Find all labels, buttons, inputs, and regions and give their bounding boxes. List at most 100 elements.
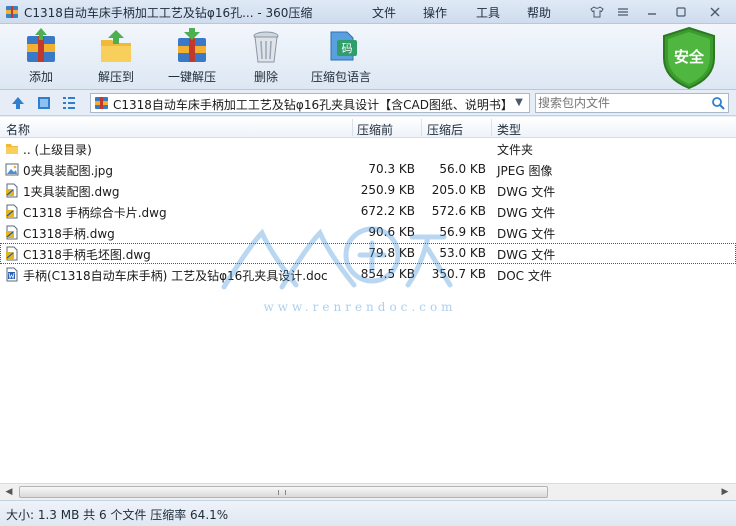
scrollbar-thumb[interactable] xyxy=(19,486,548,498)
menu-lines-icon xyxy=(618,7,628,16)
maximize-icon xyxy=(676,6,686,17)
file-size: 79.8 KB xyxy=(368,246,415,260)
column-type[interactable]: 类型 xyxy=(497,121,521,138)
file-type: DWG 文件 xyxy=(497,206,556,220)
grip-icon xyxy=(278,490,286,495)
horizontal-scrollbar[interactable]: ◀ ▶ xyxy=(0,483,736,500)
list-item[interactable]: 0夹具装配图.jpg 70.3 KB 56.0 KB JPEG 图像 xyxy=(0,159,736,180)
file-packed-size: 53.0 KB xyxy=(439,246,486,260)
add-button[interactable]: 添加 xyxy=(14,28,68,85)
window-title: C1318自动车床手柄加工工艺及钻φ16孔... - 360压缩 xyxy=(24,6,313,20)
file-size: 854.5 KB xyxy=(360,267,415,281)
shirt-icon xyxy=(590,5,604,17)
file-packed-size: 56.0 KB xyxy=(439,162,486,176)
close-icon xyxy=(710,7,720,16)
archive-language-icon: 码 xyxy=(330,31,357,61)
menu-file[interactable]: 文件 xyxy=(372,4,396,21)
maximize-button[interactable] xyxy=(670,3,692,20)
add-label: 添加 xyxy=(28,70,53,84)
status-bar: 大小: 1.3 MB 共 6 个文件 压缩率 64.1% xyxy=(0,500,736,526)
column-separator[interactable] xyxy=(352,119,353,136)
file-type: 文件夹 xyxy=(497,143,534,157)
extract-to-icon xyxy=(101,30,131,62)
image-file-icon xyxy=(5,163,19,176)
file-size: 672.2 KB xyxy=(360,204,415,218)
dwg-file-icon xyxy=(6,246,18,261)
doc-file-icon xyxy=(6,267,18,282)
file-size: 250.9 KB xyxy=(360,183,415,197)
trash-icon xyxy=(253,31,279,63)
security-badge[interactable]: 安全 xyxy=(660,26,718,90)
list-item[interactable]: C1318 手柄综合卡片.dwg 672.2 KB 572.6 KB DWG 文… xyxy=(0,201,736,222)
column-separator[interactable] xyxy=(491,119,492,136)
column-size[interactable]: 压缩前 xyxy=(357,121,393,138)
delete-label: 删除 xyxy=(253,70,278,84)
view-list-icon[interactable] xyxy=(61,95,77,111)
list-item[interactable]: C1318手柄.dwg 90.6 KB 56.9 KB DWG 文件 xyxy=(0,222,736,243)
menu-operation[interactable]: 操作 xyxy=(423,4,447,21)
file-packed-size: 572.6 KB xyxy=(431,204,486,218)
list-item-parent-dir[interactable]: .. (上级目录) 文件夹 xyxy=(0,138,736,159)
list-item[interactable]: 手柄(C1318自动车床手柄) 工艺及钻φ16孔夹具设计.doc 854.5 K… xyxy=(0,264,736,285)
scroll-left-icon[interactable]: ◀ xyxy=(2,486,16,499)
path-field[interactable]: C1318自动车床手柄加工工艺及钻φ16孔夹具设计【含CAD图纸、说明书】.ra… xyxy=(90,93,530,113)
up-arrow-icon[interactable] xyxy=(10,95,26,111)
archive-language-button[interactable]: 码 压缩包语言 xyxy=(308,28,374,85)
file-size: 70.3 KB xyxy=(368,162,415,176)
security-badge-label: 安全 xyxy=(673,48,704,66)
scroll-right-icon[interactable]: ▶ xyxy=(718,486,732,499)
archive-language-label: 压缩包语言 xyxy=(310,70,371,84)
search-icon[interactable] xyxy=(711,96,725,110)
one-click-extract-icon xyxy=(178,28,206,62)
file-name: C1318手柄毛坯图.dwg xyxy=(23,248,151,262)
minimize-icon xyxy=(648,12,656,15)
path-dropdown-icon[interactable]: ▼ xyxy=(511,95,527,111)
file-type: DWG 文件 xyxy=(497,227,556,241)
column-header: 名称 压缩前 压缩后 类型 xyxy=(0,117,736,138)
file-name: C1318手柄.dwg xyxy=(23,227,115,241)
column-separator[interactable] xyxy=(421,119,422,136)
dwg-file-icon xyxy=(6,204,18,219)
file-type: DWG 文件 xyxy=(497,185,556,199)
file-name: 1夹具装配图.dwg xyxy=(23,185,120,199)
app-icon xyxy=(6,6,18,18)
path-text: C1318自动车床手柄加工工艺及钻φ16孔夹具设计【含CAD图纸、说明书】.ra… xyxy=(113,98,509,112)
status-text: 大小: 1.3 MB 共 6 个文件 压缩率 64.1% xyxy=(6,508,229,522)
address-bar: C1318自动车床手柄加工工艺及钻φ16孔夹具设计【含CAD图纸、说明书】.ra… xyxy=(0,90,736,116)
column-packed[interactable]: 压缩后 xyxy=(427,121,463,138)
minimize-button[interactable] xyxy=(641,3,663,20)
list-item[interactable]: 1夹具装配图.dwg 250.9 KB 205.0 KB DWG 文件 xyxy=(0,180,736,201)
file-type: JPEG 图像 xyxy=(497,164,553,178)
column-name[interactable]: 名称 xyxy=(6,121,30,138)
file-packed-size: 350.7 KB xyxy=(431,267,486,281)
close-button[interactable] xyxy=(704,3,726,20)
file-packed-size: 205.0 KB xyxy=(431,183,486,197)
file-list: 名称 压缩前 压缩后 类型 .. (上级目录) 文件夹 0夹具装配图.jpg 7… xyxy=(0,117,736,483)
one-click-extract-label: 一键解压 xyxy=(167,70,216,84)
folder-icon xyxy=(6,144,18,154)
list-item-focused[interactable]: C1318手柄毛坯图.dwg 79.8 KB 53.0 KB DWG 文件 xyxy=(0,243,736,264)
skin-button[interactable] xyxy=(586,3,608,20)
menu-button[interactable] xyxy=(612,3,634,20)
one-click-extract-button[interactable]: 一键解压 xyxy=(162,28,222,85)
delete-button[interactable]: 删除 xyxy=(245,28,287,85)
search-input[interactable] xyxy=(538,95,706,111)
archive-icon xyxy=(95,97,108,109)
toolbar: 添加 解压到 一键解压 删除 码 压缩包语言 安全 xyxy=(0,24,736,90)
file-name: 手柄(C1318自动车床手柄) 工艺及钻φ16孔夹具设计.doc xyxy=(23,269,328,283)
file-type: DWG 文件 xyxy=(497,248,556,262)
extract-to-label: 解压到 xyxy=(97,70,134,84)
extract-to-button[interactable]: 解压到 xyxy=(88,28,144,85)
menu-help[interactable]: 帮助 xyxy=(527,4,551,21)
search-box[interactable] xyxy=(535,93,729,113)
file-size: 90.6 KB xyxy=(368,225,415,239)
svg-text:码: 码 xyxy=(342,42,353,55)
view-large-icon[interactable] xyxy=(36,95,52,111)
menu-tools[interactable]: 工具 xyxy=(476,4,500,21)
file-name: .. (上级目录) xyxy=(23,143,92,157)
dwg-file-icon xyxy=(6,183,18,198)
title-bar: C1318自动车床手柄加工工艺及钻φ16孔... - 360压缩 文件 操作 工… xyxy=(0,0,736,24)
watermark-text: www.renrendoc.com xyxy=(263,300,456,314)
dwg-file-icon xyxy=(6,225,18,240)
add-archive-icon xyxy=(27,28,55,62)
